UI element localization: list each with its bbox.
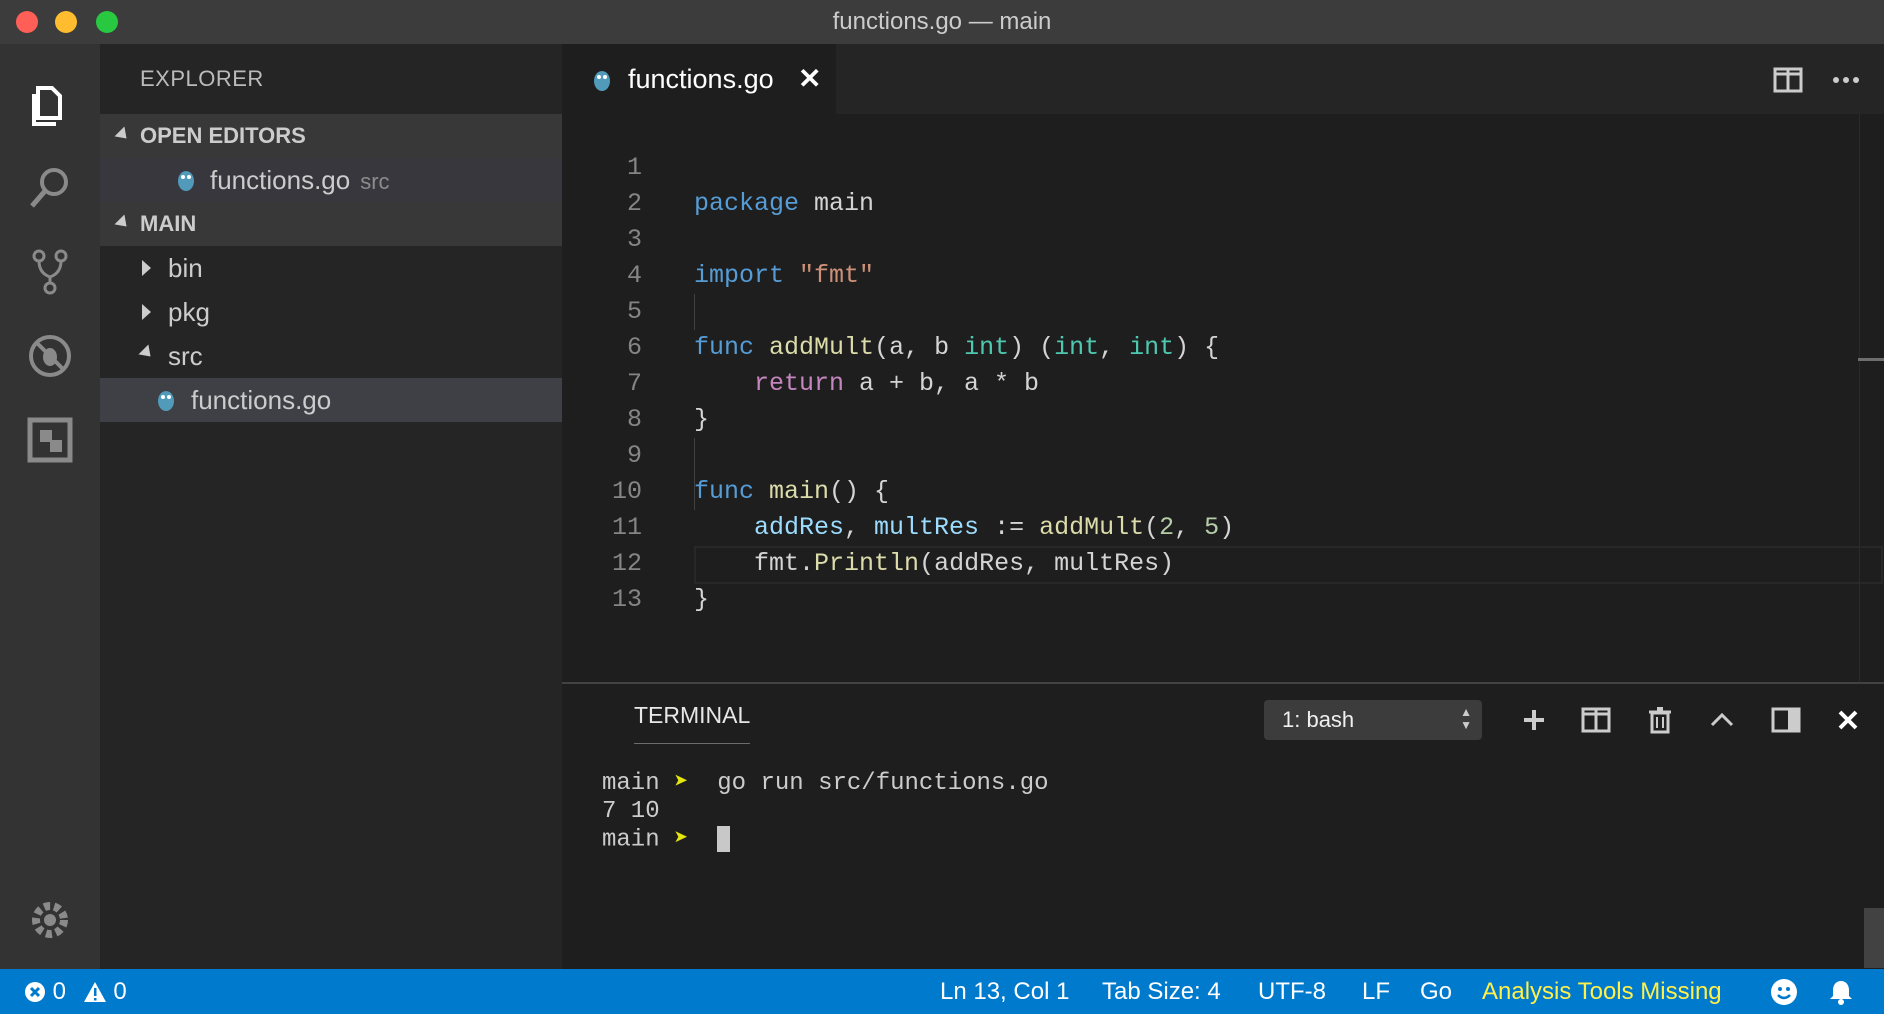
chevron-up-icon[interactable] [1706, 704, 1738, 736]
window-title: functions.go — main [832, 8, 1052, 35]
terminal-output[interactable]: main ➤ go run src/functions.go 7 10 main ➤ [602, 770, 1049, 854]
code-line: 8 [626, 405, 642, 434]
tab-terminal[interactable]: TERMINAL [634, 702, 751, 744]
go-file-icon [178, 171, 194, 191]
encoding[interactable]: UTF-8 [1258, 969, 1326, 1014]
code-line: 3 import "fmt" [626, 225, 875, 290]
error-count: 0 [52, 978, 67, 1005]
close-tab-button[interactable]: ✕ [798, 44, 821, 114]
end-of-line[interactable]: LF [1362, 969, 1390, 1014]
vscode-window: functions.go — main EXPLORER OPEN EDITOR… [0, 0, 1884, 1014]
code-line: 11 fmt.Println(addRes, multRes) [611, 513, 1175, 578]
collapse-chevron-icon [114, 214, 132, 232]
tree-item-pkg[interactable]: pkg [100, 290, 562, 334]
tab-functions-go[interactable]: functions.go ✕ [562, 44, 836, 114]
tree-item-functions-go[interactable]: functions.go [100, 378, 562, 422]
files-icon[interactable] [20, 74, 80, 134]
terminal-select[interactable]: 1: bash ▲ ▼ [1264, 700, 1482, 740]
code-line: 4 [626, 261, 642, 290]
terminal-line: main ➤ [602, 826, 1049, 854]
tab-label: functions.go [628, 64, 774, 94]
trash-icon[interactable] [1644, 704, 1676, 736]
error-icon [25, 982, 45, 1002]
open-editor-item[interactable]: functions.go src [100, 158, 562, 202]
code-editor[interactable]: 1 package main 2 3 import "fmt" 4 5 func… [562, 114, 1884, 682]
explorer-sidebar: EXPLORER OPEN EDITORS functions.go src MA… [100, 44, 562, 969]
terminal-cursor [717, 826, 731, 852]
code-line: 7 } [626, 369, 710, 434]
problems-indicator[interactable]: 0 0 [24, 969, 127, 1014]
activity-bar [0, 44, 100, 969]
code-line: 2 [626, 189, 642, 218]
collapse-chevron-icon [114, 126, 132, 144]
code-line: 13 [611, 585, 642, 614]
status-bar: 0 0 Ln 13, Col 1 Tab Size: 4 UTF-8 LF Go… [0, 969, 1884, 1014]
more-actions-icon[interactable] [1830, 64, 1862, 96]
main-folder-header[interactable]: MAIN [100, 202, 562, 246]
code-line: 1 package main [626, 153, 875, 218]
editor-tab-bar: functions.go ✕ [562, 44, 1884, 114]
code-line: 12 } [611, 549, 710, 614]
warning-icon [83, 982, 106, 1002]
tree-item-bin[interactable]: bin [100, 246, 562, 290]
close-panel-icon[interactable] [1832, 704, 1864, 736]
debug-icon[interactable] [20, 326, 80, 386]
tree-item-src[interactable]: src [100, 334, 562, 378]
chevron-right-icon [142, 260, 151, 276]
terminal-line: 7 10 [602, 798, 660, 825]
toggle-panel-position-icon[interactable] [1770, 704, 1802, 736]
code-line: 5 func addMult(a, b int) (int, int) { [626, 297, 1220, 362]
open-editors-header[interactable]: OPEN EDITORS [100, 114, 562, 158]
language-mode[interactable]: Go [1420, 969, 1452, 1014]
feedback-smiley-icon[interactable] [1770, 978, 1798, 1006]
analysis-tools-missing[interactable]: Analysis Tools Missing [1482, 969, 1722, 1014]
tab-size[interactable]: Tab Size: 4 [1102, 969, 1221, 1014]
search-icon[interactable] [20, 158, 80, 218]
terminal-line: main ➤ go run src/functions.go [602, 770, 1049, 797]
code-line: 9 func main() { [626, 441, 890, 506]
gear-icon[interactable] [20, 890, 80, 950]
terminal-scrollbar[interactable] [1864, 908, 1884, 968]
extensions-icon[interactable] [20, 410, 80, 470]
split-terminal-icon[interactable] [1580, 704, 1612, 736]
chevron-down-icon [138, 344, 156, 362]
select-arrows-icon: ▲ ▼ [1460, 705, 1472, 732]
code-line: 6 return a + b, a * b [626, 333, 1040, 398]
title-bar: functions.go — main [0, 0, 1884, 44]
open-editor-folder: src [360, 169, 390, 194]
new-terminal-icon[interactable] [1518, 704, 1550, 736]
code-line: 10 addRes, multRes := addMult(2, 5) [611, 477, 1235, 542]
chevron-right-icon [142, 304, 151, 320]
go-file-icon [158, 391, 174, 411]
notifications-bell-icon[interactable] [1828, 978, 1854, 1006]
split-editor-icon[interactable] [1772, 64, 1804, 96]
open-editor-filename: functions.go [210, 165, 351, 195]
source-control-icon[interactable] [20, 242, 80, 302]
cursor-position[interactable]: Ln 13, Col 1 [940, 969, 1069, 1014]
warning-count: 0 [113, 978, 127, 1005]
terminal-panel: TERMINAL 1: bash ▲ ▼ main ➤ go run src/fu… [562, 682, 1884, 971]
sidebar-title: EXPLORER [140, 66, 264, 91]
go-file-icon [594, 71, 610, 91]
